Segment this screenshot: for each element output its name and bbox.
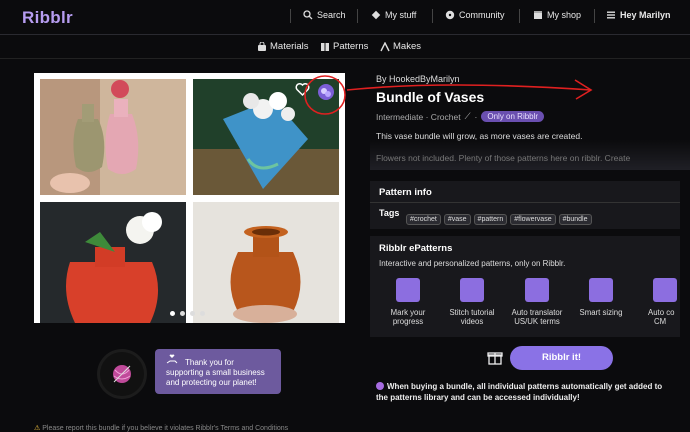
search-icon <box>303 10 313 20</box>
nav-community[interactable]: Community <box>445 10 505 20</box>
gallery-image-3[interactable] <box>40 202 186 323</box>
feature-label: videos <box>460 317 484 326</box>
nav-user-menu[interactable]: Hey Marilyn <box>606 10 671 20</box>
nav-user-label: Hey Marilyn <box>620 10 671 20</box>
bundle-note-text: When buying a bundle, all individual pat… <box>376 382 663 402</box>
feature-label: Auto co <box>648 308 675 317</box>
feature-label: Mark your <box>390 308 426 317</box>
nav-my-shop-label: My shop <box>547 10 582 20</box>
nav-divider <box>432 9 433 23</box>
list-icon <box>396 278 420 302</box>
gallery-dot[interactable] <box>170 311 175 316</box>
feature-label: Stitch tutorial <box>449 308 495 317</box>
thanks-line-3: and protecting our planet! <box>166 378 257 387</box>
pattern-meta: Intermediate · Crochet ⟋ · Only on Ribbl… <box>376 111 545 122</box>
exclusive-badge: Only on Ribblr <box>481 111 545 122</box>
dot-separator: · <box>474 111 478 122</box>
gallery-dot[interactable] <box>180 311 185 316</box>
nav-my-stuff-label: My stuff <box>385 10 417 20</box>
nav-search-label: Search <box>317 10 346 20</box>
level-craft-text: Intermediate · Crochet <box>376 111 461 122</box>
ribblr-it-button[interactable]: Ribblr it! <box>510 346 613 370</box>
subnav-materials-label: Materials <box>270 41 309 52</box>
subnav-divider <box>0 58 690 59</box>
feature-stitch-videos: Stitch tutorial videos <box>444 278 500 326</box>
nav-divider <box>594 9 595 23</box>
bundle-dot-icon <box>376 382 384 390</box>
gift-icon[interactable] <box>487 349 503 365</box>
nav-my-shop[interactable]: My shop <box>533 10 581 20</box>
tags-label: Tags <box>379 208 400 218</box>
hand-heart-icon <box>166 354 178 364</box>
designer-byline[interactable]: By HookedByMarilyn <box>376 74 460 84</box>
chat-icon <box>445 10 455 20</box>
makes-icon <box>380 41 390 51</box>
tag-chip[interactable]: #flowervase <box>510 214 556 225</box>
nav-divider <box>290 9 291 23</box>
feature-label: Smart sizing <box>579 308 623 317</box>
nav-my-stuff[interactable]: My stuff <box>371 10 416 20</box>
tag-chip[interactable]: #bundle <box>558 214 592 225</box>
nav-search[interactable]: Search <box>303 10 346 20</box>
feature-mark-progress: Mark your progress <box>380 278 436 326</box>
subnav-makes[interactable]: Makes <box>380 41 421 52</box>
panel-divider <box>370 202 680 203</box>
feature-label: US/UK terms <box>514 317 560 326</box>
subnav-patterns[interactable]: Patterns <box>320 41 368 52</box>
menu-icon <box>607 11 615 19</box>
feature-auto-translator: Auto translator US/UK terms <box>509 278 565 326</box>
shop-avatar[interactable] <box>100 352 144 396</box>
thank-you-card: Thank you for supporting a small busines… <box>155 349 281 394</box>
nav-divider <box>357 9 358 23</box>
epatterns-subtitle: Interactive and personalized patterns, o… <box>379 259 566 268</box>
pattern-info-panel: Pattern info Tags #crochet #vase #pattern #… <box>370 181 680 229</box>
subnav-patterns-label: Patterns <box>333 41 369 52</box>
subnav-makes-label: Makes <box>393 41 421 52</box>
pattern-title: Bundle of Vases <box>376 89 485 105</box>
gallery-pagination[interactable] <box>170 311 205 316</box>
gallery-image-1[interactable] <box>40 79 186 195</box>
tag-chip[interactable]: #vase <box>443 214 471 225</box>
book-icon <box>321 42 329 51</box>
crochet-hook-icon: ⟋ <box>464 111 471 121</box>
nav-divider <box>519 9 520 23</box>
nav-community-label: Community <box>459 10 505 20</box>
thanks-line-1: Thank you for <box>185 358 234 367</box>
subnav-materials[interactable]: Materials <box>257 41 309 52</box>
gallery-dot[interactable] <box>190 311 195 316</box>
sizing-icon <box>589 278 613 302</box>
tag-chip[interactable]: #pattern <box>473 214 508 225</box>
gallery-dot[interactable] <box>200 311 205 316</box>
vase-photo-4 <box>193 202 339 323</box>
description-more[interactable]: Flowers not included. Plenty of those pa… <box>376 153 676 163</box>
feature-auto-convert: Auto co CM <box>640 278 690 326</box>
convert-icon <box>653 278 677 302</box>
pattern-info-header[interactable]: Pattern info <box>379 187 432 198</box>
ribblr-logo[interactable]: Ribblr <box>22 8 73 28</box>
feature-label: CM <box>654 317 667 326</box>
feature-label: progress <box>392 317 424 326</box>
bag-icon <box>258 41 266 51</box>
thanks-line-2: supporting a small business <box>166 368 265 377</box>
feature-label: Auto translator <box>511 308 563 317</box>
video-icon <box>460 278 484 302</box>
vase-photo-1 <box>40 79 186 195</box>
yarn-ball-icon <box>113 365 131 383</box>
top-navbar: Ribblr Search My stuff Community My shop… <box>0 0 690 35</box>
epatterns-header: Ribblr ePatterns <box>379 243 453 254</box>
stuff-icon <box>371 10 381 20</box>
vase-photo-3 <box>40 202 186 323</box>
shop-icon <box>534 11 542 19</box>
bundle-note: When buying a bundle, all individual pat… <box>376 381 676 403</box>
feature-smart-sizing: Smart sizing <box>573 278 629 317</box>
tags-list: #crochet #vase #pattern #flowervase #bundle <box>406 208 595 226</box>
tag-chip[interactable]: #crochet <box>406 214 441 225</box>
translate-icon <box>525 278 549 302</box>
gallery-image-4[interactable] <box>193 202 339 323</box>
